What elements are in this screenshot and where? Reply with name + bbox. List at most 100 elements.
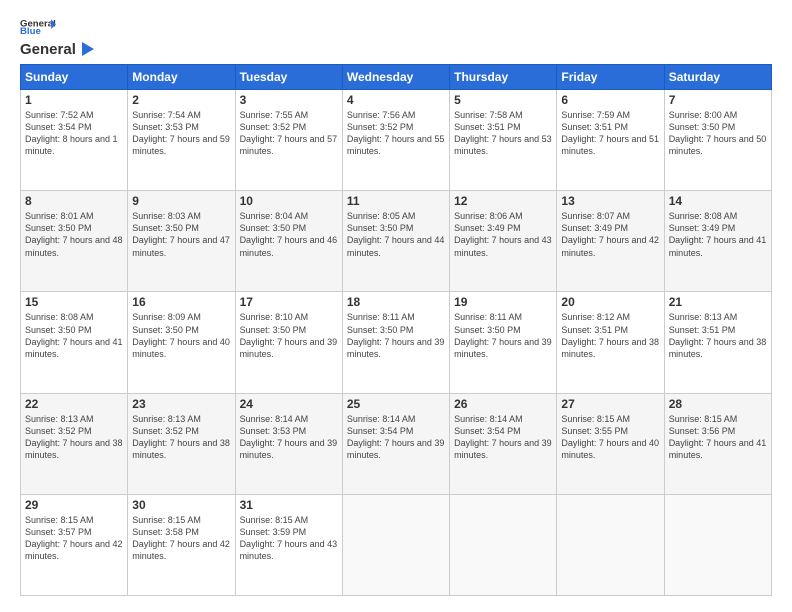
day-number: 9 bbox=[132, 194, 230, 208]
day-info: Sunrise: 7:59 AM Sunset: 3:51 PM Dayligh… bbox=[561, 109, 659, 158]
week-row-3: 15 Sunrise: 8:08 AM Sunset: 3:50 PM Dayl… bbox=[21, 292, 772, 393]
day-number: 5 bbox=[454, 93, 552, 107]
day-number: 13 bbox=[561, 194, 659, 208]
day-number: 22 bbox=[25, 397, 123, 411]
calendar-cell: 6 Sunrise: 7:59 AM Sunset: 3:51 PM Dayli… bbox=[557, 90, 664, 191]
day-info: Sunrise: 8:15 AM Sunset: 3:55 PM Dayligh… bbox=[561, 413, 659, 462]
day-info: Sunrise: 8:12 AM Sunset: 3:51 PM Dayligh… bbox=[561, 311, 659, 360]
day-info: Sunrise: 8:13 AM Sunset: 3:52 PM Dayligh… bbox=[132, 413, 230, 462]
header: General Blue General bbox=[20, 16, 772, 54]
day-number: 14 bbox=[669, 194, 767, 208]
header-row: SundayMondayTuesdayWednesdayThursdayFrid… bbox=[21, 65, 772, 90]
day-number: 4 bbox=[347, 93, 445, 107]
calendar-cell: 31 Sunrise: 8:15 AM Sunset: 3:59 PM Dayl… bbox=[235, 494, 342, 595]
day-number: 21 bbox=[669, 295, 767, 309]
col-header-sunday: Sunday bbox=[21, 65, 128, 90]
calendar-table: SundayMondayTuesdayWednesdayThursdayFrid… bbox=[20, 64, 772, 596]
day-number: 26 bbox=[454, 397, 552, 411]
day-info: Sunrise: 7:58 AM Sunset: 3:51 PM Dayligh… bbox=[454, 109, 552, 158]
day-info: Sunrise: 8:15 AM Sunset: 3:59 PM Dayligh… bbox=[240, 514, 338, 563]
logo: General Blue General bbox=[20, 16, 96, 54]
calendar-cell: 2 Sunrise: 7:54 AM Sunset: 3:53 PM Dayli… bbox=[128, 90, 235, 191]
calendar-cell: 14 Sunrise: 8:08 AM Sunset: 3:49 PM Dayl… bbox=[664, 191, 771, 292]
day-number: 29 bbox=[25, 498, 123, 512]
day-info: Sunrise: 8:14 AM Sunset: 3:54 PM Dayligh… bbox=[454, 413, 552, 462]
day-number: 18 bbox=[347, 295, 445, 309]
calendar-cell: 23 Sunrise: 8:13 AM Sunset: 3:52 PM Dayl… bbox=[128, 393, 235, 494]
calendar-cell: 29 Sunrise: 8:15 AM Sunset: 3:57 PM Dayl… bbox=[21, 494, 128, 595]
calendar-cell: 9 Sunrise: 8:03 AM Sunset: 3:50 PM Dayli… bbox=[128, 191, 235, 292]
calendar-cell: 18 Sunrise: 8:11 AM Sunset: 3:50 PM Dayl… bbox=[342, 292, 449, 393]
day-number: 30 bbox=[132, 498, 230, 512]
calendar-cell: 3 Sunrise: 7:55 AM Sunset: 3:52 PM Dayli… bbox=[235, 90, 342, 191]
calendar-cell: 4 Sunrise: 7:56 AM Sunset: 3:52 PM Dayli… bbox=[342, 90, 449, 191]
day-number: 17 bbox=[240, 295, 338, 309]
page: General Blue General SundayMondayTuesday… bbox=[0, 0, 792, 612]
calendar-cell: 28 Sunrise: 8:15 AM Sunset: 3:56 PM Dayl… bbox=[664, 393, 771, 494]
logo-general: General bbox=[20, 41, 76, 58]
day-info: Sunrise: 8:06 AM Sunset: 3:49 PM Dayligh… bbox=[454, 210, 552, 259]
week-row-2: 8 Sunrise: 8:01 AM Sunset: 3:50 PM Dayli… bbox=[21, 191, 772, 292]
day-info: Sunrise: 8:00 AM Sunset: 3:50 PM Dayligh… bbox=[669, 109, 767, 158]
day-info: Sunrise: 8:11 AM Sunset: 3:50 PM Dayligh… bbox=[454, 311, 552, 360]
day-info: Sunrise: 8:14 AM Sunset: 3:53 PM Dayligh… bbox=[240, 413, 338, 462]
day-number: 15 bbox=[25, 295, 123, 309]
calendar-cell: 15 Sunrise: 8:08 AM Sunset: 3:50 PM Dayl… bbox=[21, 292, 128, 393]
day-number: 3 bbox=[240, 93, 338, 107]
day-number: 2 bbox=[132, 93, 230, 107]
day-info: Sunrise: 8:01 AM Sunset: 3:50 PM Dayligh… bbox=[25, 210, 123, 259]
logo-triangle-icon bbox=[78, 40, 96, 58]
day-info: Sunrise: 7:54 AM Sunset: 3:53 PM Dayligh… bbox=[132, 109, 230, 158]
day-info: Sunrise: 8:05 AM Sunset: 3:50 PM Dayligh… bbox=[347, 210, 445, 259]
day-info: Sunrise: 8:15 AM Sunset: 3:58 PM Dayligh… bbox=[132, 514, 230, 563]
calendar-cell: 27 Sunrise: 8:15 AM Sunset: 3:55 PM Dayl… bbox=[557, 393, 664, 494]
calendar-cell: 25 Sunrise: 8:14 AM Sunset: 3:54 PM Dayl… bbox=[342, 393, 449, 494]
day-info: Sunrise: 8:11 AM Sunset: 3:50 PM Dayligh… bbox=[347, 311, 445, 360]
day-number: 19 bbox=[454, 295, 552, 309]
day-info: Sunrise: 8:03 AM Sunset: 3:50 PM Dayligh… bbox=[132, 210, 230, 259]
day-number: 6 bbox=[561, 93, 659, 107]
col-header-wednesday: Wednesday bbox=[342, 65, 449, 90]
col-header-tuesday: Tuesday bbox=[235, 65, 342, 90]
day-info: Sunrise: 7:52 AM Sunset: 3:54 PM Dayligh… bbox=[25, 109, 123, 158]
day-info: Sunrise: 8:15 AM Sunset: 3:57 PM Dayligh… bbox=[25, 514, 123, 563]
calendar-cell: 19 Sunrise: 8:11 AM Sunset: 3:50 PM Dayl… bbox=[450, 292, 557, 393]
day-info: Sunrise: 8:15 AM Sunset: 3:56 PM Dayligh… bbox=[669, 413, 767, 462]
day-number: 24 bbox=[240, 397, 338, 411]
day-number: 28 bbox=[669, 397, 767, 411]
day-info: Sunrise: 8:13 AM Sunset: 3:52 PM Dayligh… bbox=[25, 413, 123, 462]
day-number: 23 bbox=[132, 397, 230, 411]
day-number: 10 bbox=[240, 194, 338, 208]
calendar-cell bbox=[342, 494, 449, 595]
day-info: Sunrise: 8:04 AM Sunset: 3:50 PM Dayligh… bbox=[240, 210, 338, 259]
calendar-cell bbox=[664, 494, 771, 595]
col-header-friday: Friday bbox=[557, 65, 664, 90]
day-number: 16 bbox=[132, 295, 230, 309]
day-number: 8 bbox=[25, 194, 123, 208]
calendar-cell: 24 Sunrise: 8:14 AM Sunset: 3:53 PM Dayl… bbox=[235, 393, 342, 494]
day-info: Sunrise: 8:10 AM Sunset: 3:50 PM Dayligh… bbox=[240, 311, 338, 360]
day-info: Sunrise: 7:56 AM Sunset: 3:52 PM Dayligh… bbox=[347, 109, 445, 158]
day-info: Sunrise: 8:13 AM Sunset: 3:51 PM Dayligh… bbox=[669, 311, 767, 360]
calendar-cell: 30 Sunrise: 8:15 AM Sunset: 3:58 PM Dayl… bbox=[128, 494, 235, 595]
calendar-cell: 21 Sunrise: 8:13 AM Sunset: 3:51 PM Dayl… bbox=[664, 292, 771, 393]
day-info: Sunrise: 8:08 AM Sunset: 3:49 PM Dayligh… bbox=[669, 210, 767, 259]
day-number: 27 bbox=[561, 397, 659, 411]
day-info: Sunrise: 8:09 AM Sunset: 3:50 PM Dayligh… bbox=[132, 311, 230, 360]
svg-text:Blue: Blue bbox=[20, 26, 41, 36]
calendar-cell: 17 Sunrise: 8:10 AM Sunset: 3:50 PM Dayl… bbox=[235, 292, 342, 393]
calendar-cell: 16 Sunrise: 8:09 AM Sunset: 3:50 PM Dayl… bbox=[128, 292, 235, 393]
day-info: Sunrise: 8:14 AM Sunset: 3:54 PM Dayligh… bbox=[347, 413, 445, 462]
day-number: 11 bbox=[347, 194, 445, 208]
day-info: Sunrise: 8:08 AM Sunset: 3:50 PM Dayligh… bbox=[25, 311, 123, 360]
day-number: 1 bbox=[25, 93, 123, 107]
calendar-cell: 5 Sunrise: 7:58 AM Sunset: 3:51 PM Dayli… bbox=[450, 90, 557, 191]
day-info: Sunrise: 7:55 AM Sunset: 3:52 PM Dayligh… bbox=[240, 109, 338, 158]
week-row-5: 29 Sunrise: 8:15 AM Sunset: 3:57 PM Dayl… bbox=[21, 494, 772, 595]
calendar-cell: 26 Sunrise: 8:14 AM Sunset: 3:54 PM Dayl… bbox=[450, 393, 557, 494]
calendar-cell bbox=[557, 494, 664, 595]
week-row-4: 22 Sunrise: 8:13 AM Sunset: 3:52 PM Dayl… bbox=[21, 393, 772, 494]
day-info: Sunrise: 8:07 AM Sunset: 3:49 PM Dayligh… bbox=[561, 210, 659, 259]
calendar-cell: 13 Sunrise: 8:07 AM Sunset: 3:49 PM Dayl… bbox=[557, 191, 664, 292]
calendar-cell: 10 Sunrise: 8:04 AM Sunset: 3:50 PM Dayl… bbox=[235, 191, 342, 292]
